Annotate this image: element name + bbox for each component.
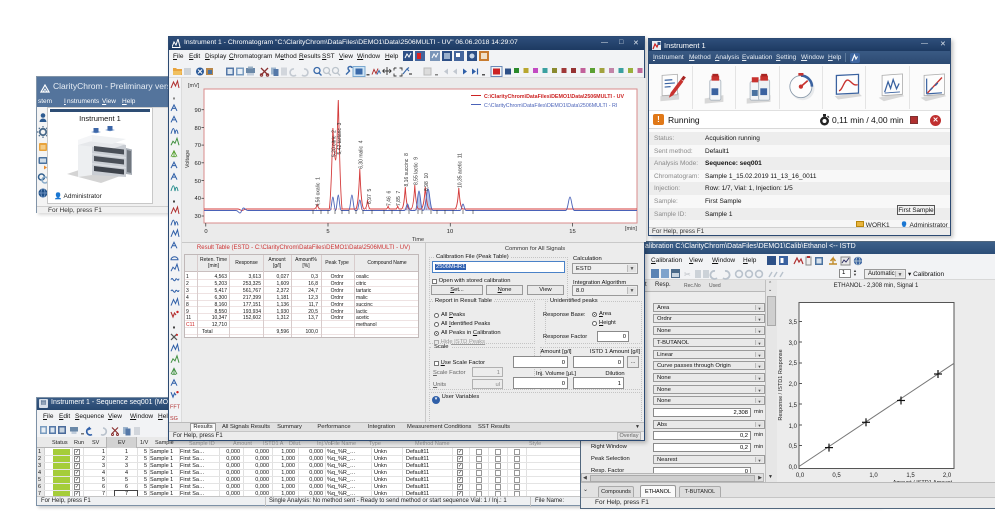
svg-text:8,98 10: 8,98 10	[424, 173, 430, 191]
svg-text:ETHANOL - 2,308 min, Signal 1: ETHANOL - 2,308 min, Signal 1	[834, 283, 919, 289]
svg-text:60: 60	[195, 161, 201, 167]
svg-text:1,0: 1,0	[869, 473, 878, 479]
svg-text:15: 15	[569, 229, 575, 235]
svg-text:5,42 tartaric 3: 5,42 tartaric 3	[337, 122, 343, 154]
svg-text:7,46 6: 7,46 6	[387, 190, 393, 206]
svg-text:C:\ClarityChrom\DataFiles\DEMO: C:\ClarityChrom\DataFiles\DEMO1\Data\250…	[484, 94, 624, 100]
svg-text:80: 80	[195, 126, 201, 132]
svg-text:[mV]: [mV]	[188, 83, 200, 89]
svg-text:2,5: 2,5	[789, 361, 798, 367]
svg-text:Response / ISTD1 Response: Response / ISTD1 Response	[778, 349, 784, 420]
svg-text:1,5: 1,5	[906, 473, 915, 479]
svg-text:0,5: 0,5	[789, 444, 798, 450]
svg-text:40: 40	[195, 196, 201, 202]
svg-text:4,56 oxalic 1: 4,56 oxalic 1	[316, 177, 322, 207]
svg-text:8,55 lactic 9: 8,55 lactic 9	[413, 157, 419, 185]
svg-text:70: 70	[195, 143, 201, 149]
svg-text:3,5: 3,5	[789, 320, 798, 326]
svg-text:Voltage: Voltage	[185, 150, 191, 168]
svg-text:90: 90	[195, 108, 201, 114]
svg-text:7,85 7: 7,85 7	[396, 190, 402, 206]
svg-text:50: 50	[195, 179, 201, 185]
svg-text:3,0: 3,0	[789, 341, 798, 347]
svg-text:5: 5	[326, 229, 329, 235]
svg-text:2,0: 2,0	[789, 382, 798, 388]
svg-text:0: 0	[204, 229, 207, 235]
svg-text:1,5: 1,5	[789, 403, 798, 409]
svg-text:30: 30	[195, 214, 201, 220]
svg-text:1,0: 1,0	[789, 424, 798, 430]
svg-text:[min]: [min]	[625, 226, 637, 232]
svg-text:0,0: 0,0	[789, 465, 798, 471]
svg-text:0,5: 0,5	[832, 473, 841, 479]
svg-text:2,0: 2,0	[943, 473, 952, 479]
svg-text:FFT: FFT	[170, 405, 181, 411]
svg-text:0,0: 0,0	[796, 473, 805, 479]
svg-text:10,35 acetic 11: 10,35 acetic 11	[457, 153, 463, 188]
svg-text:6,97 5: 6,97 5	[367, 188, 373, 204]
svg-text:6,30 malic 4: 6,30 malic 4	[358, 140, 364, 169]
svg-text:8,16 succinc 8: 8,16 succinc 8	[404, 153, 410, 187]
svg-text:✂: ✂	[684, 270, 691, 279]
svg-text:10: 10	[447, 229, 453, 235]
svg-text:C:\ClarityChrom\DataFiles\DEMO: C:\ClarityChrom\DataFiles\DEMO1\Data\250…	[484, 103, 617, 109]
